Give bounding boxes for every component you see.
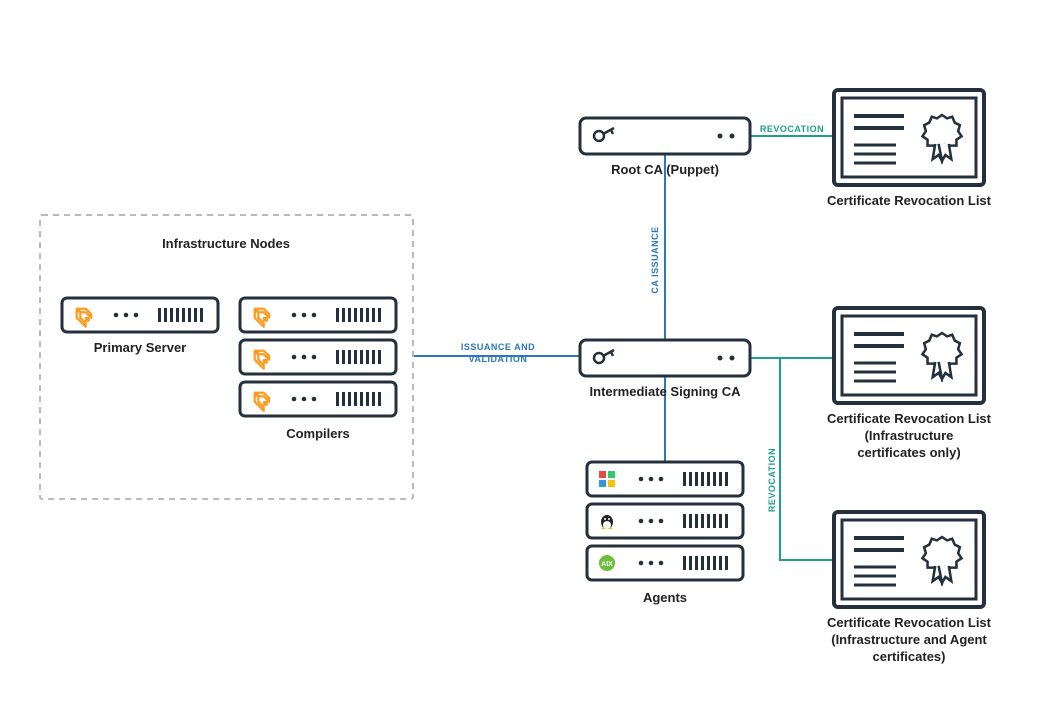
intermediate-ca-node [580,340,750,376]
crl3-node [834,512,984,607]
crl1-node [834,90,984,185]
edge-intca-crl3 [780,358,834,560]
crl1-label: Certificate Revocation List [827,193,992,208]
edge-label-issuance2: VALIDATION [469,354,528,364]
crl2-label-l1: Certificate Revocation List [827,411,992,426]
crl2-label-l2: (Infrastructure [865,428,954,443]
intermediate-ca-label: Intermediate Signing CA [590,384,742,399]
linux-icon [601,515,613,529]
crl3-label-l3: certificates) [873,649,946,664]
root-ca-label: Root CA (Puppet) [611,162,719,177]
crl2-label-l3: certificates only) [857,445,960,460]
root-ca-node [580,118,750,154]
agents-node [587,462,743,580]
edge-label-caissuance: CA ISSUANCE [650,226,660,293]
agents-label: Agents [643,590,687,605]
edge-label-revocation1: REVOCATION [760,124,824,134]
edge-label-issuance1: ISSUANCE AND [461,342,535,352]
primary-server-label: Primary Server [94,340,187,355]
aix-icon [599,555,615,571]
compilers-node [240,298,396,416]
primary-server-node [62,298,218,332]
crl3-label-l1: Certificate Revocation List [827,615,992,630]
crl3-label-l2: (Infrastructure and Agent [831,632,987,647]
crl2-node [834,308,984,403]
compilers-label: Compilers [286,426,350,441]
edge-label-revocation2: REVOCATION [767,448,777,512]
infra-group-title: Infrastructure Nodes [162,236,290,251]
